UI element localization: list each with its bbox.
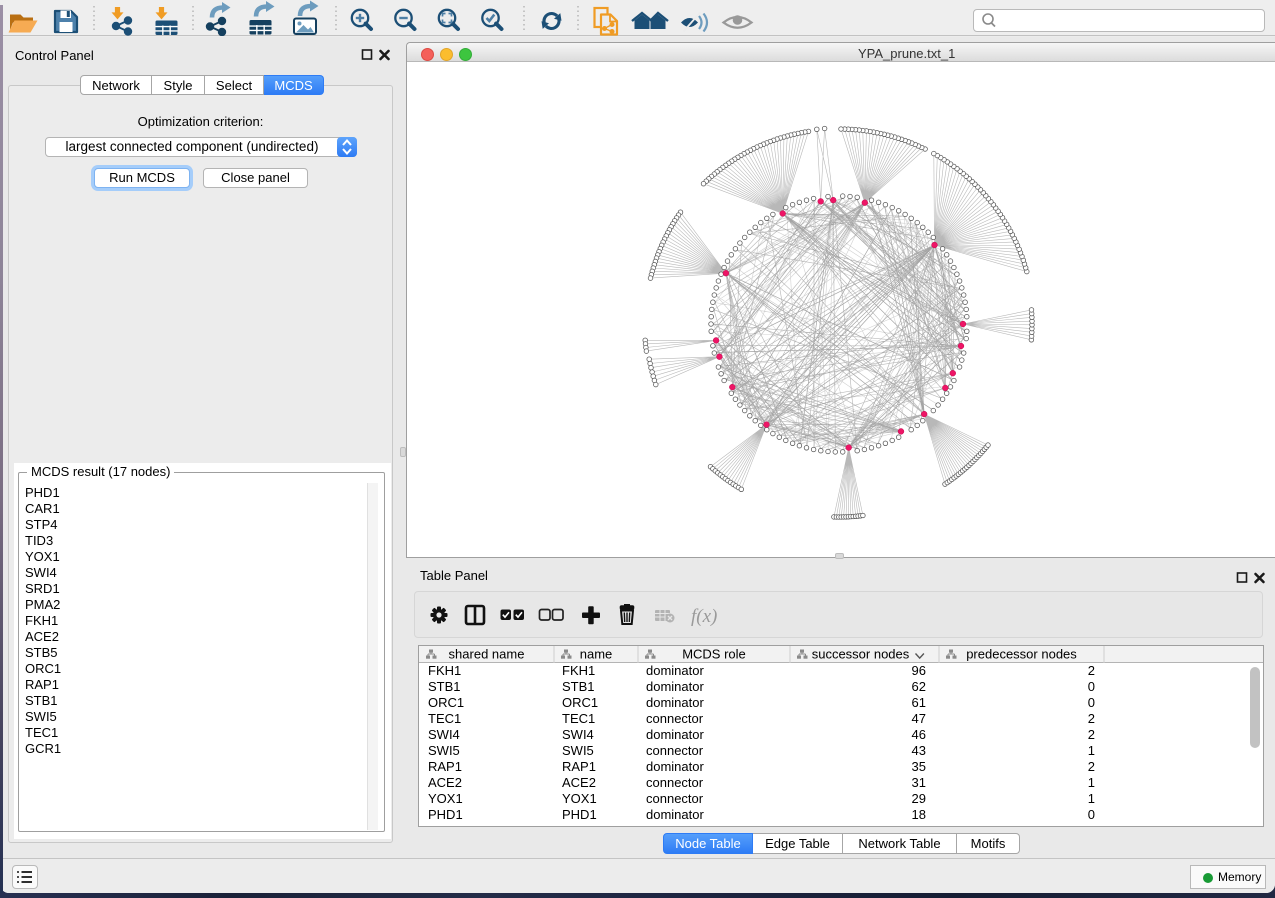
svg-text:MCDS role: MCDS role [682,647,746,662]
svg-text:f(x): f(x) [691,606,717,627]
svg-text:name: name [580,647,613,662]
svg-text:shared name: shared name [449,647,525,662]
svg-text:predecessor nodes: predecessor nodes [966,647,1077,662]
svg-text:successor nodes: successor nodes [812,647,910,662]
